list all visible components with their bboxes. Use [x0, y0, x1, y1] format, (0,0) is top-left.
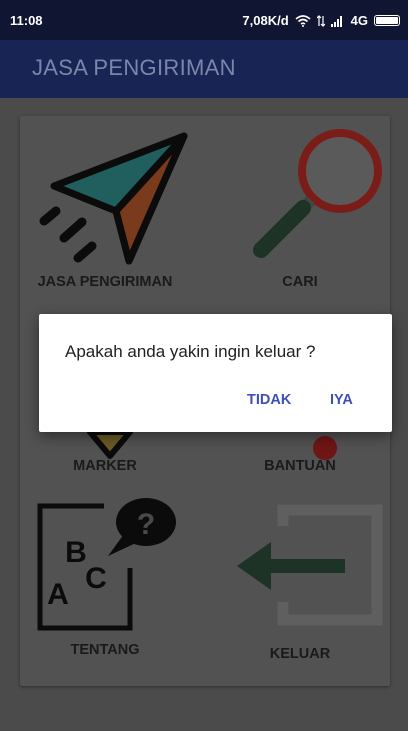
status-time: 11:08	[10, 13, 43, 28]
menu-label: BANTUAN	[264, 458, 336, 474]
svg-text:?: ?	[137, 508, 155, 541]
magnifier-icon	[253, 129, 382, 258]
dialog-message: Apakah anda yakin ingin keluar ?	[65, 342, 316, 361]
paper-plane-icon	[39, 132, 188, 265]
svg-text:B: B	[65, 536, 87, 569]
exit-arrow-icon	[237, 504, 383, 626]
data-transfer-icon	[316, 14, 325, 27]
menu-item-jasa-pengiriman[interactable]: JASA PENGIRIMAN	[20, 116, 205, 296]
menu-label: JASA PENGIRIMAN	[37, 274, 173, 290]
menu-label: KELUAR	[269, 646, 331, 662]
status-icons: 7,08K/d 4G	[242, 13, 400, 28]
app-title: JASA PENGIRIMAN	[32, 55, 236, 80]
menu-item-cari[interactable]: CARI	[205, 116, 390, 296]
battery-icon	[374, 15, 400, 26]
menu-item-keluar[interactable]: KELUAR	[205, 486, 390, 676]
menu-item-tentang[interactable]: ? B A C TENTANG	[20, 486, 205, 676]
wifi-icon	[295, 14, 311, 27]
network-type: 4G	[350, 13, 368, 28]
menu-label: TENTANG	[70, 642, 140, 658]
exit-confirm-dialog: Apakah anda yakin ingin keluar ? TIDAK I…	[39, 314, 392, 432]
signal-icon	[330, 15, 342, 27]
network-speed: 7,08K/d	[242, 13, 289, 28]
menu-label: MARKER	[73, 458, 137, 474]
status-bar: 11:08 7,08K/d 4G	[0, 0, 408, 40]
menu-label: CARI	[282, 274, 318, 290]
svg-text:C: C	[85, 562, 107, 595]
cancel-button[interactable]: TIDAK	[247, 392, 291, 408]
abc-speech-icon: ? B A C	[37, 498, 176, 631]
confirm-button[interactable]: IYA	[330, 392, 353, 408]
app-bar: JASA PENGIRIMAN	[0, 40, 408, 98]
svg-text:A: A	[47, 578, 69, 611]
